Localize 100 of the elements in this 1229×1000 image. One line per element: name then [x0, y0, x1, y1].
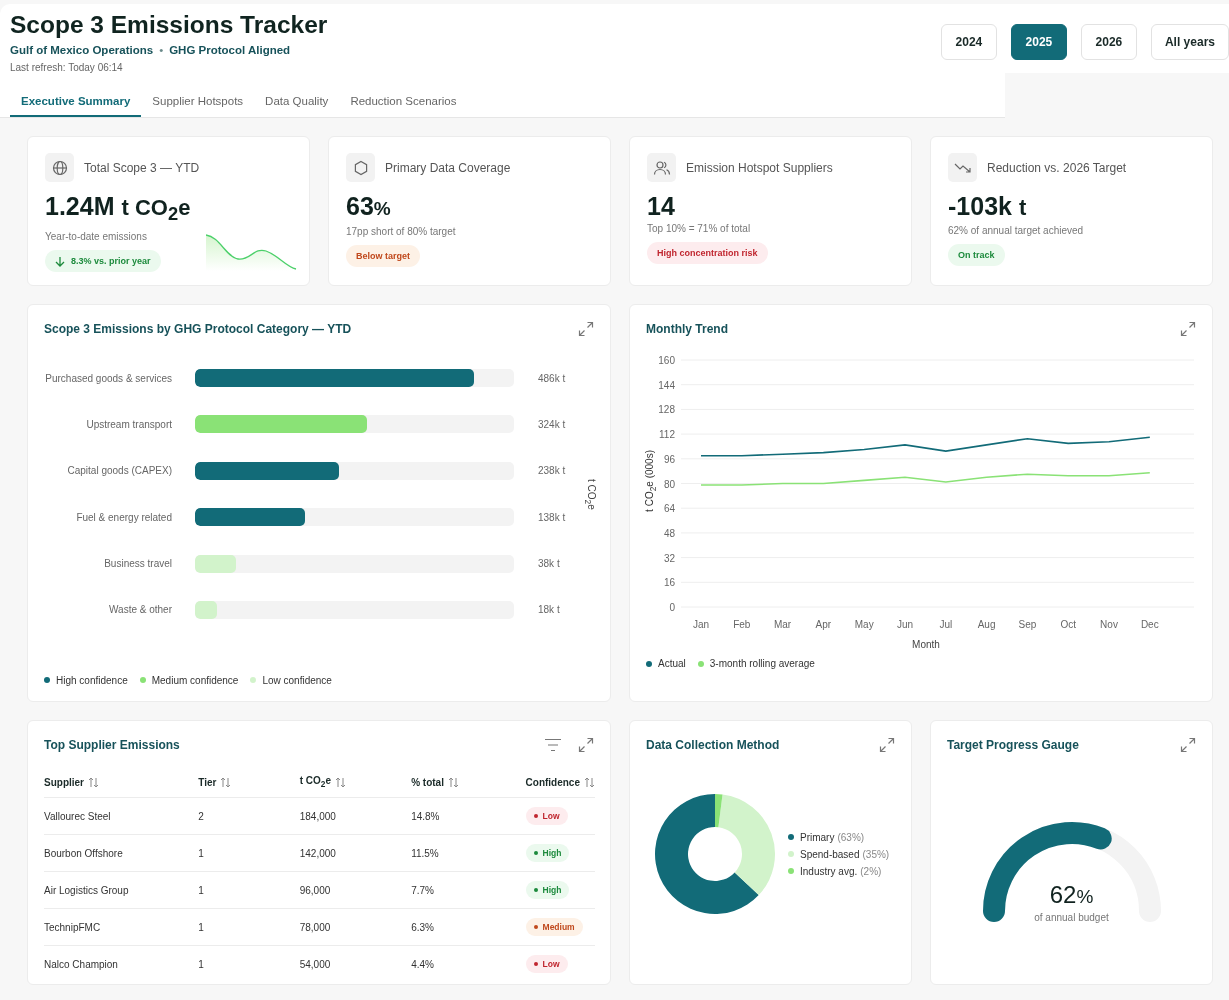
sort-icon[interactable]	[447, 776, 459, 788]
category-label: Fuel & energy related	[75, 511, 172, 523]
expand-icon[interactable]	[1180, 321, 1196, 337]
year-button[interactable]: 2026	[1080, 24, 1137, 60]
confidence-badge: Medium	[525, 918, 583, 936]
column-header[interactable]: Confidence	[525, 776, 580, 788]
expand-icon[interactable]	[578, 321, 594, 337]
confidence-badge: Low	[525, 807, 568, 825]
gauge-value: 62%	[1049, 881, 1094, 909]
filter-icon[interactable]	[544, 738, 562, 752]
y-tick-label: 96	[663, 453, 675, 465]
category-label: Business travel	[103, 558, 172, 570]
table-cell: 7.7%	[411, 884, 434, 896]
table-cell: 14.8%	[411, 810, 440, 822]
expand-icon[interactable]	[578, 737, 594, 753]
value-label: 38k t	[538, 558, 560, 570]
confidence-badge: High	[525, 844, 570, 862]
page-title: Scope 3 Emissions Tracker	[10, 10, 328, 40]
legend-label: Actual	[658, 658, 686, 669]
legend-value: (63%)	[837, 831, 865, 843]
category-label: Waste & other	[108, 604, 172, 616]
x-tick-label: Sep	[1018, 619, 1037, 630]
card-title: Top Supplier Emissions	[44, 738, 180, 752]
sort-icon[interactable]	[335, 776, 346, 788]
column-header[interactable]: Supplier	[44, 776, 84, 788]
table-cell: 4.4%	[411, 958, 434, 970]
table-cell: 1	[198, 921, 204, 933]
value-label: 238k t	[538, 465, 566, 477]
card-title: Data Collection Method	[646, 738, 780, 752]
separator-dot: •	[159, 44, 164, 56]
x-tick-label: Oct	[1060, 619, 1076, 630]
kpi-value: 14	[647, 192, 676, 220]
x-tick-label: Dec	[1140, 619, 1159, 630]
table-cell: Vallourec Steel	[44, 810, 111, 822]
status-badge: On track	[948, 244, 1005, 266]
table-cell: TechnipFMC	[44, 921, 101, 933]
card-title: Monthly Trend	[646, 322, 728, 336]
value-label: 486k t	[538, 372, 566, 384]
sort-icon[interactable]	[88, 776, 99, 788]
x-tick-label: Mar	[774, 619, 792, 630]
legend-label: Primary	[800, 831, 835, 843]
category-label: Purchased goods & services	[44, 372, 172, 384]
table-cell: 54,000	[299, 958, 331, 970]
legend-label: Industry avg.	[800, 865, 858, 877]
y-tick-label: 32	[663, 552, 675, 564]
confidence-badge: High	[525, 881, 570, 899]
tab[interactable]: Supplier Hotspots	[141, 93, 255, 117]
users-icon	[652, 159, 671, 176]
x-tick-label: Aug	[977, 619, 996, 630]
hexagon-icon	[352, 159, 369, 176]
sort-icon[interactable]	[220, 776, 232, 788]
axis-title: Month	[912, 639, 940, 650]
table-cell: Nalco Champion	[44, 958, 118, 970]
x-tick-label: Jan	[692, 619, 710, 630]
table-cell: 184,000	[299, 810, 336, 822]
subtitle-text: Gulf of Mexico Operations	[10, 44, 154, 56]
table-cell: 1	[198, 847, 204, 859]
kpi-value: 63%	[346, 192, 392, 222]
category-label: Capital goods (CAPEX)	[66, 465, 172, 477]
x-tick-label: Nov	[1100, 619, 1118, 630]
card-title: Target Progress Gauge	[947, 738, 1079, 752]
category-label: Upstream transport	[85, 418, 172, 430]
confidence-badge: Low	[525, 955, 568, 973]
year-button[interactable]: 2025	[1010, 24, 1067, 60]
expand-icon[interactable]	[1180, 737, 1196, 753]
table-cell: 96,000	[299, 884, 331, 896]
table-cell: 11.5%	[411, 847, 439, 859]
column-header[interactable]: t CO$_{2}$e	[299, 775, 331, 789]
kpi-title: Primary Data Coverage	[385, 160, 511, 175]
legend-label: Low confidence	[262, 674, 332, 686]
tab[interactable]: Reduction Scenarios	[339, 93, 468, 117]
status-badge: High concentration risk	[647, 242, 768, 264]
column-header[interactable]: % total	[411, 776, 444, 788]
status-badge: 8.3% vs. prior year	[45, 250, 161, 273]
value-label: 18k t	[538, 604, 560, 616]
sort-icon[interactable]	[584, 776, 595, 788]
column-header[interactable]: Tier	[198, 776, 217, 788]
year-button[interactable]: All years	[1150, 24, 1229, 60]
x-tick-label: Apr	[815, 619, 832, 630]
table-cell: 6.3%	[411, 921, 434, 933]
legend-label: Medium confidence	[151, 674, 239, 686]
y-tick-label: 48	[663, 527, 675, 539]
table-cell: 2	[198, 810, 204, 822]
y-tick-label: 16	[663, 577, 675, 589]
year-button[interactable]: 2024	[940, 24, 997, 60]
y-tick-label: 112	[659, 429, 675, 441]
tab[interactable]: Data Quality	[254, 93, 340, 117]
y-tick-label: 160	[658, 355, 675, 366]
legend-label: High confidence	[56, 674, 128, 686]
kpi-title: Emission Hotspot Suppliers	[686, 160, 833, 175]
value-label: 138k t	[538, 511, 566, 523]
kpi-note: Year-to-date emissions	[45, 231, 148, 243]
refresh-time: Last refresh: Today 06:14	[10, 62, 124, 73]
expand-icon[interactable]	[879, 737, 895, 753]
legend-value: (35%)	[862, 848, 890, 860]
table-cell: 1	[198, 958, 204, 970]
kpi-note: 17pp short of 80% target	[346, 226, 457, 237]
subtitle-text: GHG Protocol Aligned	[169, 44, 291, 56]
y-tick-label: 64	[663, 503, 675, 515]
tab[interactable]: Executive Summary	[10, 93, 142, 117]
